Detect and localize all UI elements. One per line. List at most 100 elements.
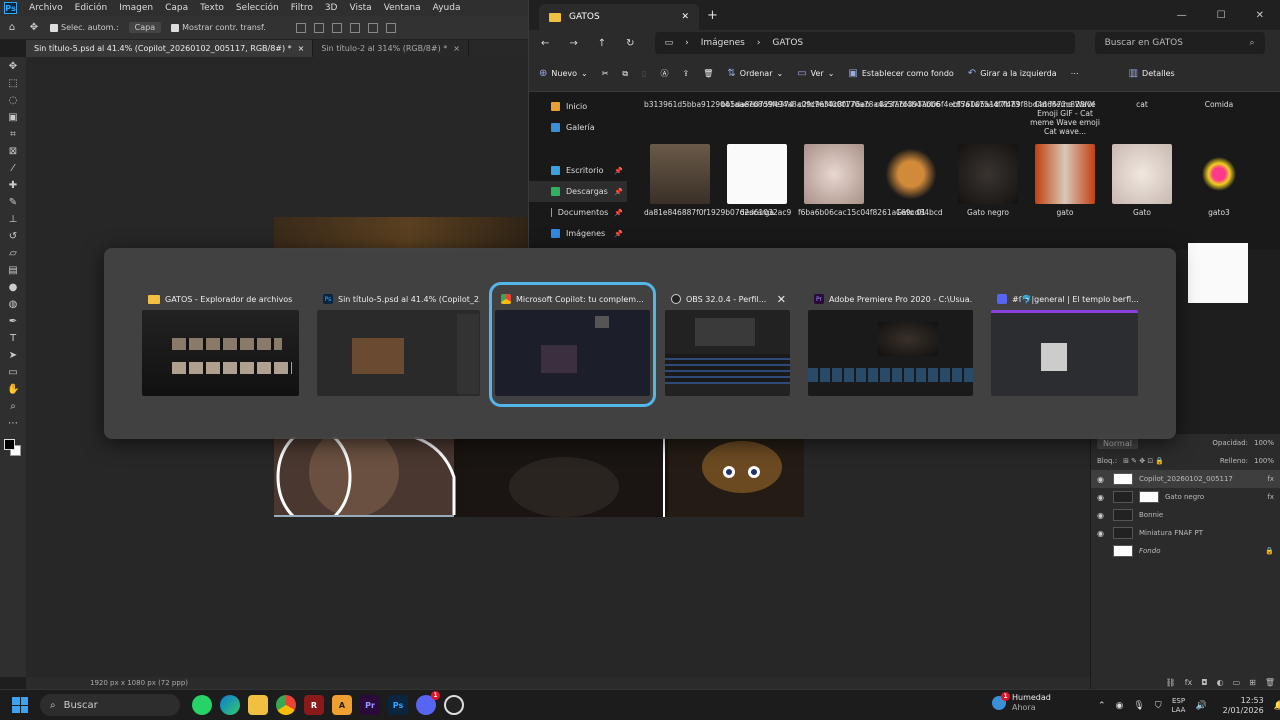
discord-icon[interactable]: 1 (416, 691, 440, 715)
more-icon[interactable]: ⋯ (1071, 69, 1079, 78)
move-tool-icon[interactable]: ✥ (28, 22, 40, 34)
new-layer-icon[interactable]: ⊞ (1249, 678, 1256, 687)
pin-icon[interactable]: 📌 (614, 167, 623, 175)
group-icon[interactable]: ▭ (1233, 678, 1241, 687)
file-item[interactable]: c2fd7634c8f170a78a4a5fabf4b47bb6 (798, 100, 940, 109)
notifications-icon[interactable]: 🔔 (1274, 701, 1280, 711)
nav-item-inicio[interactable]: Inicio (529, 96, 627, 117)
move-tool-icon[interactable]: ✥ (7, 61, 19, 73)
layer-row[interactable]: ◉ Miniatura FNAF PT (1091, 524, 1280, 542)
align-right-icon[interactable] (331, 22, 342, 33)
show-transform-checkbox[interactable]: Mostrar contr. transf. (171, 23, 266, 32)
switcher-window-photoshop[interactable]: Ps Sin título-5.psd al 41.4% (Copilot_2..… (317, 288, 480, 401)
brush-tool-icon[interactable]: ✎ (7, 197, 19, 209)
file-item[interactable]: Gato negro (952, 144, 1024, 217)
copy-icon[interactable]: ⧉ (622, 69, 628, 79)
file-item[interactable]: Comida (1183, 100, 1255, 109)
pen-tool-icon[interactable]: ✒ (7, 316, 19, 328)
auto-select-target-dropdown[interactable]: Capa (128, 22, 162, 33)
pin-icon[interactable]: 📌 (614, 209, 623, 217)
share-icon[interactable]: ⇪ (683, 69, 690, 78)
file-item[interactable]: descarga (721, 144, 793, 217)
nav-item-imagenes[interactable]: Imágenes 📌 (529, 223, 627, 244)
align-center-icon[interactable] (313, 22, 324, 33)
stamp-tool-icon[interactable]: ⊥ (7, 214, 19, 226)
frame-tool-icon[interactable]: ⊠ (7, 146, 19, 158)
rename-icon[interactable]: Ⓐ (661, 68, 669, 79)
layer-row[interactable]: Fondo 🔒 (1091, 542, 1280, 560)
history-brush-icon[interactable]: ↺ (7, 231, 19, 243)
nav-item-galeria[interactable]: Galería (529, 117, 627, 138)
menu-texto[interactable]: Texto (194, 3, 230, 13)
file-item[interactable]: gato (1029, 144, 1101, 217)
file-item[interactable]: c82377b393a006f4ebf5a1a75a4f7b73 (875, 100, 1020, 109)
blur-tool-icon[interactable]: ● (7, 282, 19, 294)
close-icon[interactable]: ✕ (777, 293, 786, 306)
obs-icon[interactable] (444, 695, 464, 715)
lock-icons[interactable]: ⊞ ✎ ✥ ⊡ 🔒 (1123, 457, 1164, 465)
marquee-tool-icon[interactable]: ⬚ (7, 78, 19, 90)
align-top-icon[interactable] (349, 22, 360, 33)
up-icon[interactable]: ↑ (598, 38, 606, 49)
eye-icon[interactable]: ◉ (1097, 493, 1107, 502)
nav-item-descargas[interactable]: Descargas 📌 (529, 181, 627, 202)
link-icon[interactable]: ⛓ (1166, 678, 1176, 687)
align-middle-icon[interactable] (367, 22, 378, 33)
canvas-image[interactable] (274, 437, 804, 517)
eye-icon[interactable]: ◉ (1097, 475, 1107, 484)
photoshop-icon[interactable]: Ps (388, 695, 408, 715)
menu-capa[interactable]: Capa (159, 3, 194, 13)
forward-icon[interactable]: → (569, 38, 577, 49)
crop-tool-icon[interactable]: ⌗ (7, 129, 19, 141)
eyedropper-tool-icon[interactable]: ⁄ (7, 163, 19, 175)
close-icon[interactable]: × (298, 44, 305, 53)
file-item[interactable]: gato3 (1183, 144, 1255, 217)
menu-vista[interactable]: Vista (343, 3, 377, 13)
tab-sin-titulo-5[interactable]: Sin título-5.psd al 41.4% (Copilot_20260… (26, 40, 314, 57)
close-icon[interactable]: ✕ (1256, 10, 1264, 21)
menu-3d[interactable]: 3D (319, 3, 344, 13)
gradient-tool-icon[interactable]: ▤ (7, 265, 19, 277)
microphone-icon[interactable]: 🎙 (1133, 701, 1144, 711)
file-item[interactable]: Cat Meme Wave Emoji GIF - Cat meme Wave … (1029, 100, 1101, 136)
breadcrumb-imagenes[interactable]: Imágenes (701, 38, 745, 48)
file-item[interactable]: Gato 01 (875, 144, 947, 217)
minimize-icon[interactable]: — (1177, 10, 1187, 21)
search-input[interactable]: Buscar en GATOS ⌕ (1094, 32, 1265, 54)
maximize-icon[interactable]: ☐ (1217, 10, 1226, 21)
paste-icon[interactable]: ▯ (642, 69, 646, 78)
auto-select-checkbox[interactable]: Selec. autom.: (50, 23, 119, 32)
discord-tray-icon[interactable]: ◉ (1116, 701, 1124, 711)
healing-tool-icon[interactable]: ✚ (7, 180, 19, 192)
file-item[interactable]: da81e846887f0f1929b0762d61032ac9 (644, 144, 791, 217)
nav-item-escritorio[interactable]: Escritorio 📌 (529, 160, 627, 181)
close-icon[interactable]: ✕ (681, 12, 689, 22)
layer-row[interactable]: ◉ Bonnie (1091, 506, 1280, 524)
file-item[interactable]: bb5da8e0759494a8a09c9af4000776ab (721, 100, 870, 109)
adjustment-icon[interactable]: ◐ (1217, 678, 1224, 687)
menu-imagen[interactable]: Imagen (113, 3, 159, 13)
language-indicator[interactable]: ESP LAA (1172, 697, 1186, 715)
chrome-icon[interactable] (276, 695, 296, 715)
align-left-icon[interactable] (295, 22, 306, 33)
clock[interactable]: 12:53 2/01/2026 (1223, 696, 1264, 716)
fill-value[interactable]: 100% (1254, 457, 1274, 465)
details-button[interactable]: ▥ Detalles (1129, 68, 1175, 79)
opacity-value[interactable]: 100% (1254, 439, 1274, 447)
color-swatches[interactable] (4, 439, 22, 457)
switcher-window-discord[interactable]: #ſ🐬|general | El templo berfl... (991, 288, 1138, 401)
edge-icon[interactable] (220, 695, 240, 715)
file-explorer-icon[interactable] (248, 695, 268, 715)
object-select-tool-icon[interactable]: ▣ (7, 112, 19, 124)
windows-start-icon[interactable] (12, 697, 28, 713)
pin-icon[interactable]: 📌 (614, 230, 623, 238)
nav-item-documentos[interactable]: Documentos 📌 (529, 202, 627, 223)
switcher-window-explorer[interactable]: GATOS - Explorador de archivos (142, 288, 299, 401)
align-bottom-icon[interactable] (385, 22, 396, 33)
switcher-window-premiere[interactable]: Pr Adobe Premiere Pro 2020 - C:\Usua... (808, 288, 973, 401)
more-tools-icon[interactable]: ⋯ (7, 418, 19, 430)
file-item[interactable]: f6ba6b06cac15c04f8261a169cd84bcd (798, 144, 943, 217)
switcher-window-obs[interactable]: OBS 32.0.4 - Perfil... ✕ (665, 288, 790, 401)
explorer-tab[interactable]: GATOS ✕ (539, 4, 699, 30)
menu-edicion[interactable]: Edición (69, 3, 114, 13)
